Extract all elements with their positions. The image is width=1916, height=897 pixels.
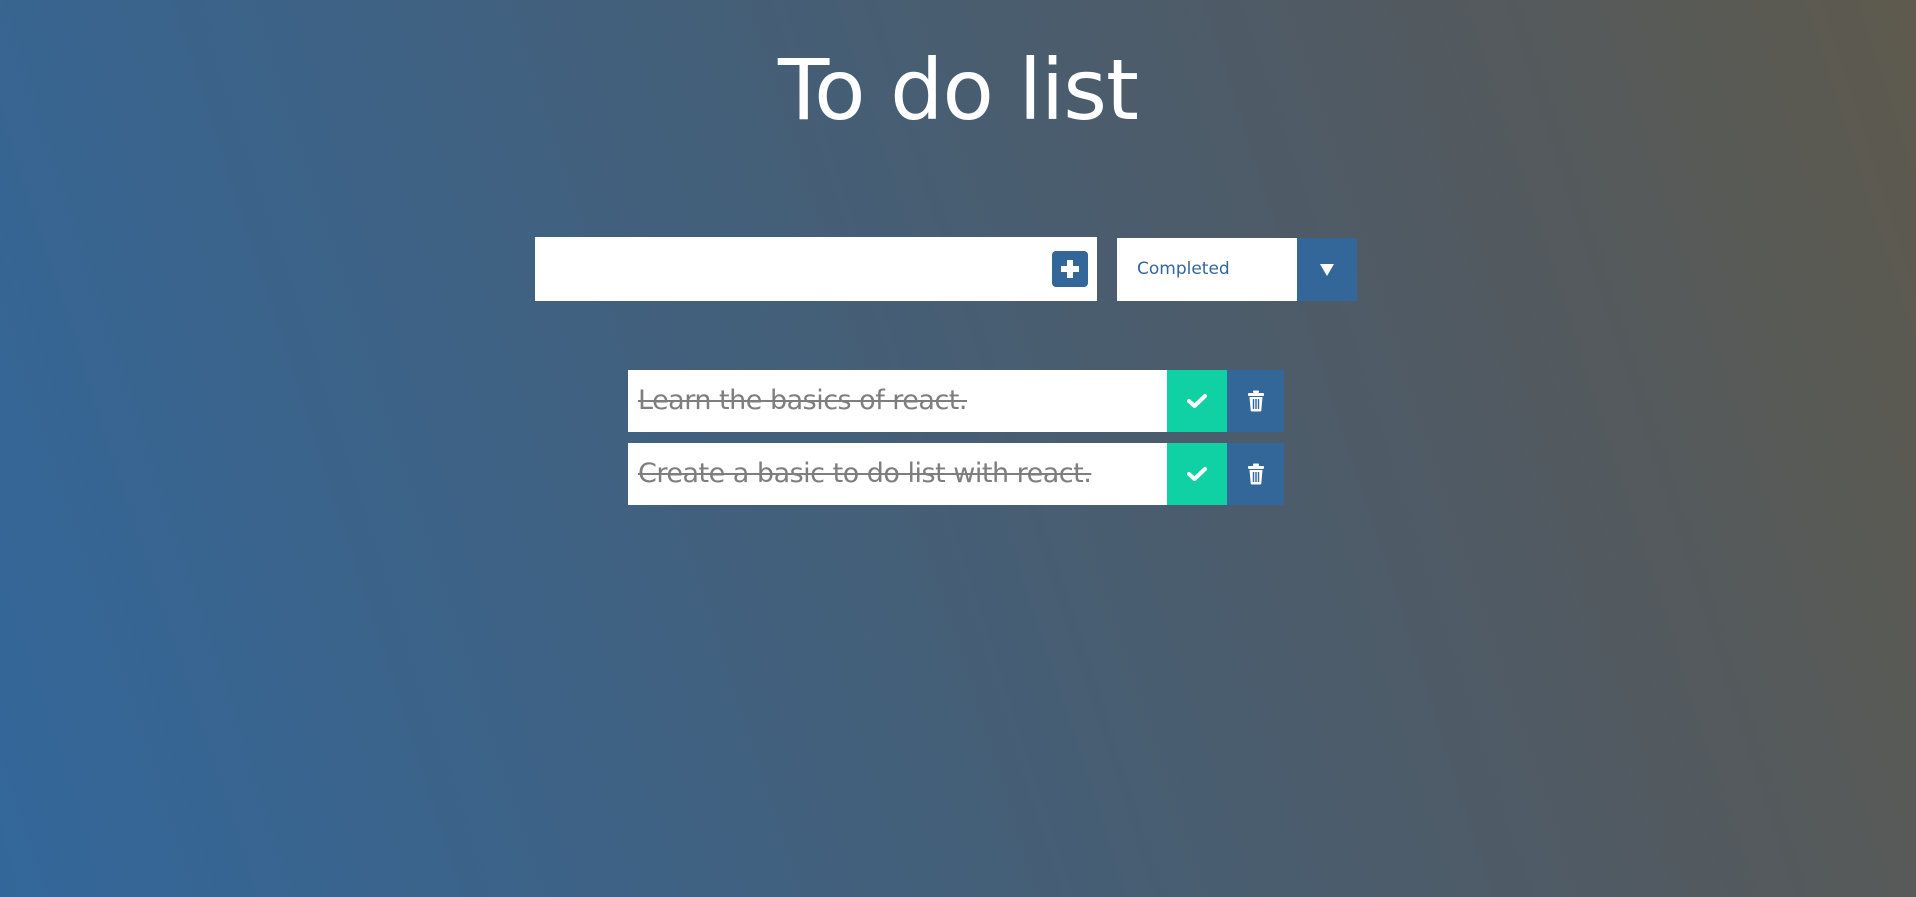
complete-button[interactable]: [1167, 443, 1227, 505]
check-icon: [1187, 467, 1207, 481]
filter-dropdown-button[interactable]: [1297, 238, 1357, 301]
todo-input[interactable]: [535, 237, 1035, 301]
todo-list: Learn the basics of react. Create a basi…: [628, 370, 1284, 516]
add-todo-form: [535, 237, 1097, 301]
check-icon: [1187, 394, 1207, 408]
page-title: To do list: [778, 41, 1139, 139]
filter-select[interactable]: Completed: [1117, 238, 1357, 301]
todo-item: Learn the basics of react.: [628, 370, 1284, 432]
caret-down-icon: [1320, 263, 1334, 276]
add-todo-button[interactable]: [1052, 251, 1088, 287]
todo-item: Create a basic to do list with react.: [628, 443, 1284, 505]
trash-icon: [1247, 390, 1264, 412]
todo-text: Create a basic to do list with react.: [638, 458, 1092, 489]
filter-selected-value: Completed: [1137, 259, 1230, 279]
delete-button[interactable]: [1227, 443, 1284, 505]
plus-icon: [1061, 260, 1079, 278]
trash-icon: [1247, 463, 1264, 485]
complete-button[interactable]: [1167, 370, 1227, 432]
todo-text: Learn the basics of react.: [638, 385, 967, 416]
delete-button[interactable]: [1227, 370, 1284, 432]
